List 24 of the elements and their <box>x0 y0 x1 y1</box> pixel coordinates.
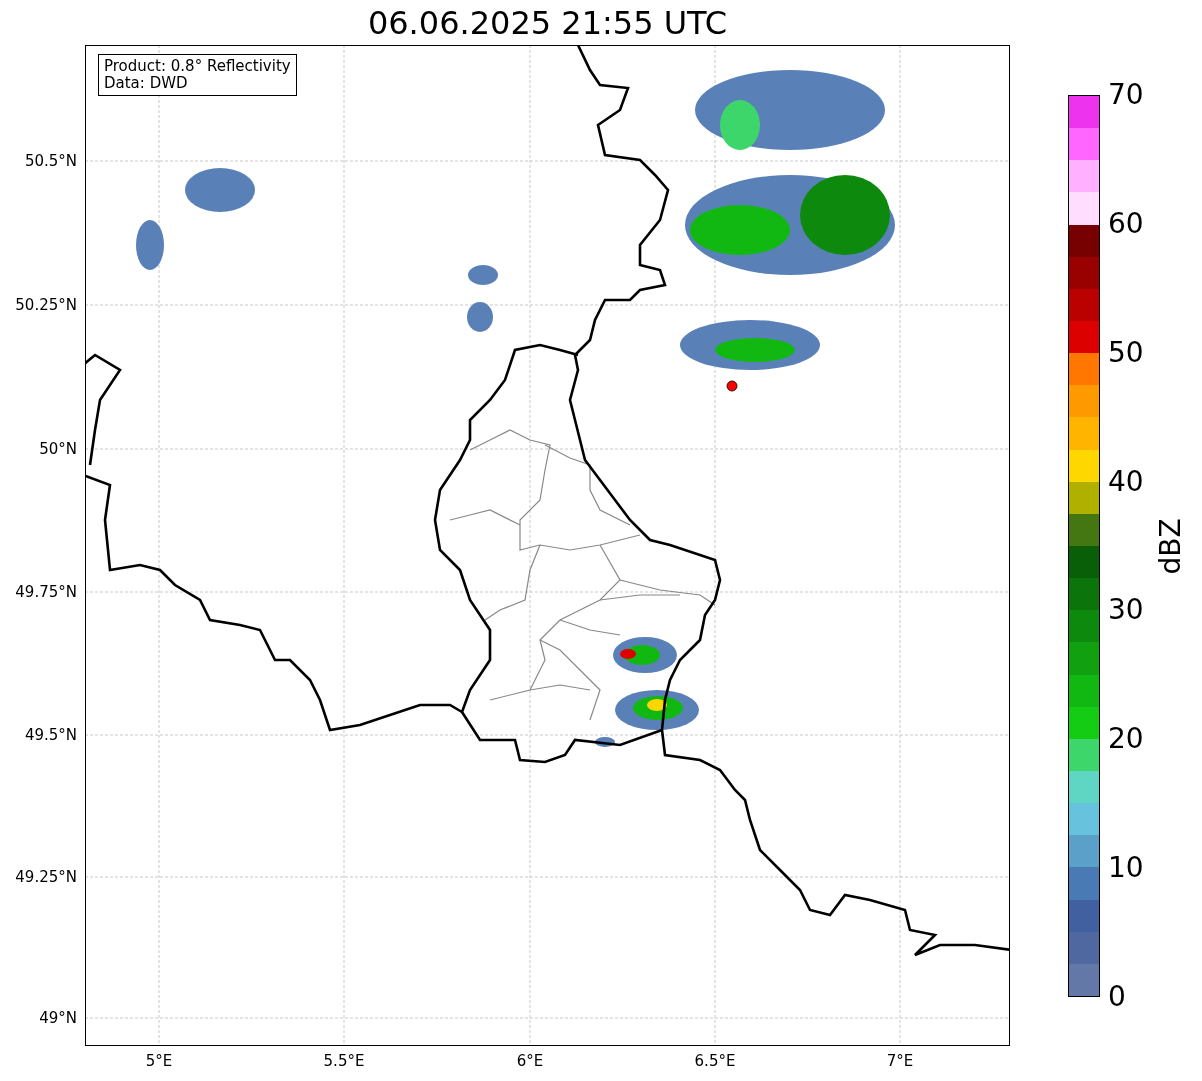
info-text: Data: DWD <box>104 75 189 92</box>
latitude-label: 49°N <box>39 1009 77 1027</box>
colorbar-tick-label: 20 <box>1108 725 1144 754</box>
longitude-label: 6.5°E <box>694 1052 736 1070</box>
colorbar-tick-label: 30 <box>1108 596 1144 625</box>
latitude-label: 49.75°N <box>15 583 77 601</box>
chart-title: 06.06.2025 21:55 UTC <box>366 3 729 42</box>
latitude-label: 50.5°N <box>24 152 77 170</box>
latitude-label: 49.5°N <box>24 726 77 744</box>
colorbar-label: dBZ <box>1153 517 1187 575</box>
colorbar-tick-label: 60 <box>1108 209 1144 238</box>
colorbar-tick-label: 10 <box>1108 854 1144 883</box>
colorbar-tick-label: 40 <box>1108 467 1144 496</box>
colorbar-tick-label: 70 <box>1108 81 1144 109</box>
latitude-label: 49.25°N <box>15 868 77 886</box>
longitude-label: 5°E <box>145 1052 173 1070</box>
longitude-label: 6°E <box>516 1052 544 1070</box>
colorbar-tick-label: 0 <box>1108 983 1126 1011</box>
info-text: Product: 0.8° Reflectivity <box>104 58 291 75</box>
latitude-label: 50°N <box>39 440 77 458</box>
latitude-label: 50.25°N <box>15 296 77 314</box>
colorbar-tick-label: 50 <box>1108 338 1144 367</box>
longitude-label: 7°E <box>886 1052 914 1070</box>
longitude-label: 5.5°E <box>323 1052 365 1070</box>
